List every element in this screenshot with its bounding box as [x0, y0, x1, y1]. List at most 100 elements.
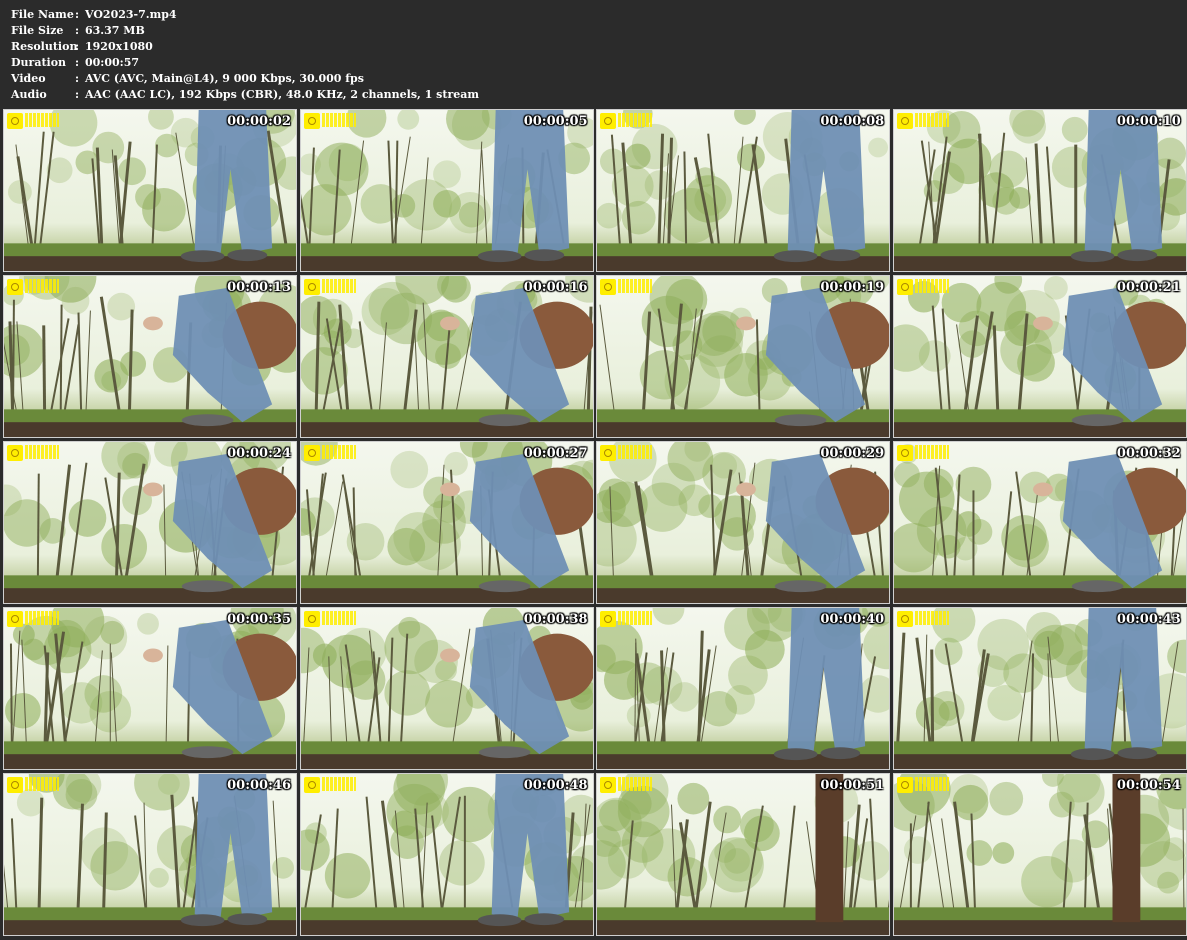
info-separator: :	[75, 88, 80, 101]
info-row: File Name: VO2023-7.mp4	[11, 7, 479, 23]
watermark-logo-icon	[303, 777, 320, 793]
info-separator: :	[75, 40, 80, 53]
video-frame	[893, 110, 1186, 271]
video-frame	[893, 608, 1186, 769]
video-thumbnail: 00:00:54	[892, 773, 1187, 936]
video-thumbnail: 00:00:08	[596, 109, 891, 272]
watermark-logo	[914, 445, 949, 459]
watermark-logo	[914, 611, 949, 625]
info-value: VO2023-7.mp4	[85, 8, 177, 21]
watermark-logo	[618, 113, 653, 127]
watermark-logo-icon	[7, 113, 23, 129]
watermark-logo	[618, 279, 653, 293]
video-thumbnail: 00:00:16	[299, 275, 594, 438]
watermark-logo	[25, 777, 59, 791]
video-frame	[300, 442, 593, 603]
watermark-logo-icon	[600, 279, 617, 295]
info-value: AAC (AAC LC), 192 Kbps (CBR), 48.0 KHz, …	[85, 88, 480, 101]
info-separator: :	[75, 8, 80, 21]
info-separator: :	[75, 24, 80, 37]
video-thumbnail: 00:00:32	[892, 441, 1187, 604]
watermark-logo	[25, 445, 59, 459]
info-separator: :	[75, 72, 80, 85]
video-thumbnail: 00:00:40	[596, 607, 891, 770]
video-frame	[597, 442, 890, 603]
watermark-logo-icon	[600, 611, 617, 627]
watermark-logo-icon	[896, 279, 913, 295]
watermark-logo	[321, 445, 356, 459]
info-row: Resolution:1920x1080	[11, 39, 479, 55]
info-label: Resolution	[11, 40, 78, 53]
watermark-logo-icon	[896, 777, 913, 793]
watermark-logo-icon	[7, 611, 23, 627]
watermark-logo-icon	[303, 445, 320, 461]
watermark-logo-icon	[600, 777, 617, 793]
watermark-logo	[321, 113, 356, 127]
info-value: 00:00:57	[85, 56, 140, 69]
timecode-label: 00:00:10	[1116, 114, 1181, 129]
watermark-logo	[321, 279, 356, 293]
video-thumbnail: 00:00:24	[3, 441, 297, 604]
watermark-logo	[914, 777, 949, 791]
watermark-logo-icon	[303, 279, 320, 295]
video-thumbnail: 00:00:13	[3, 275, 297, 438]
video-thumbnail: 00:00:05	[299, 109, 594, 272]
watermark-logo	[25, 279, 59, 293]
watermark-logo	[618, 611, 653, 625]
timecode-label: 00:00:35	[227, 612, 291, 627]
timecode-label: 00:00:46	[227, 778, 291, 793]
watermark-logo-icon	[896, 113, 913, 129]
video-frame	[4, 110, 296, 271]
watermark-logo	[321, 611, 356, 625]
video-frame	[893, 774, 1186, 935]
video-frame	[4, 276, 296, 437]
info-label: File Name	[11, 8, 74, 21]
video-thumbnail: 00:00:21	[892, 275, 1187, 438]
timecode-label: 00:00:43	[1116, 612, 1181, 627]
timecode-label: 00:00:40	[820, 612, 885, 627]
video-frame	[300, 608, 593, 769]
watermark-logo-icon	[7, 777, 23, 793]
info-row: Duration:00:00:57	[11, 55, 479, 71]
timecode-label: 00:00:27	[523, 446, 588, 461]
video-frame	[300, 774, 593, 935]
timecode-label: 00:00:02	[227, 114, 291, 129]
timecode-label: 00:00:32	[1116, 446, 1181, 461]
watermark-logo-icon	[600, 445, 617, 461]
video-thumbnail: 00:00:46	[3, 773, 297, 936]
video-thumbnail: 00:00:51	[596, 773, 891, 936]
thumbnail-grid: 00:00:02 00:00:05 00:00:08 00:00:10 00:0…	[3, 109, 1187, 937]
video-thumbnail: 00:00:02	[3, 109, 297, 272]
watermark-logo	[321, 777, 356, 791]
video-frame	[893, 276, 1186, 437]
video-frame	[597, 774, 890, 935]
timecode-label: 00:00:16	[523, 280, 588, 295]
video-frame	[597, 110, 890, 271]
video-frame	[597, 608, 890, 769]
info-row: Audio: AAC (AAC LC), 192 Kbps (CBR), 48.0…	[11, 87, 479, 103]
watermark-logo-icon	[896, 611, 913, 627]
timecode-label: 00:00:24	[227, 446, 291, 461]
timecode-label: 00:00:51	[820, 778, 885, 793]
info-row: Video: AVC (AVC, Main@L4), 9 000 Kbps, 30…	[11, 71, 479, 87]
watermark-logo	[914, 279, 949, 293]
timecode-label: 00:00:48	[523, 778, 588, 793]
info-label: Duration	[11, 56, 67, 69]
video-thumbnail: 00:00:48	[299, 773, 594, 936]
video-frame	[597, 276, 890, 437]
video-thumbnail: 00:00:27	[299, 441, 594, 604]
video-thumbnail: 00:00:10	[892, 109, 1187, 272]
video-thumbnail: 00:00:19	[596, 275, 891, 438]
watermark-logo-icon	[303, 113, 320, 129]
timecode-label: 00:00:13	[227, 280, 291, 295]
info-row: File Size:63.37 MB	[11, 23, 479, 39]
file-info-panel: File Name: VO2023-7.mp4 File Size:63.37 MB…	[11, 7, 479, 103]
info-label: Video	[11, 72, 46, 85]
timecode-label: 00:00:19	[820, 280, 885, 295]
watermark-logo-icon	[896, 445, 913, 461]
info-label: File Size	[11, 24, 64, 37]
video-thumbnail: 00:00:43	[892, 607, 1187, 770]
video-thumbnail: 00:00:29	[596, 441, 891, 604]
watermark-logo-icon	[303, 611, 320, 627]
timecode-label: 00:00:05	[523, 114, 588, 129]
